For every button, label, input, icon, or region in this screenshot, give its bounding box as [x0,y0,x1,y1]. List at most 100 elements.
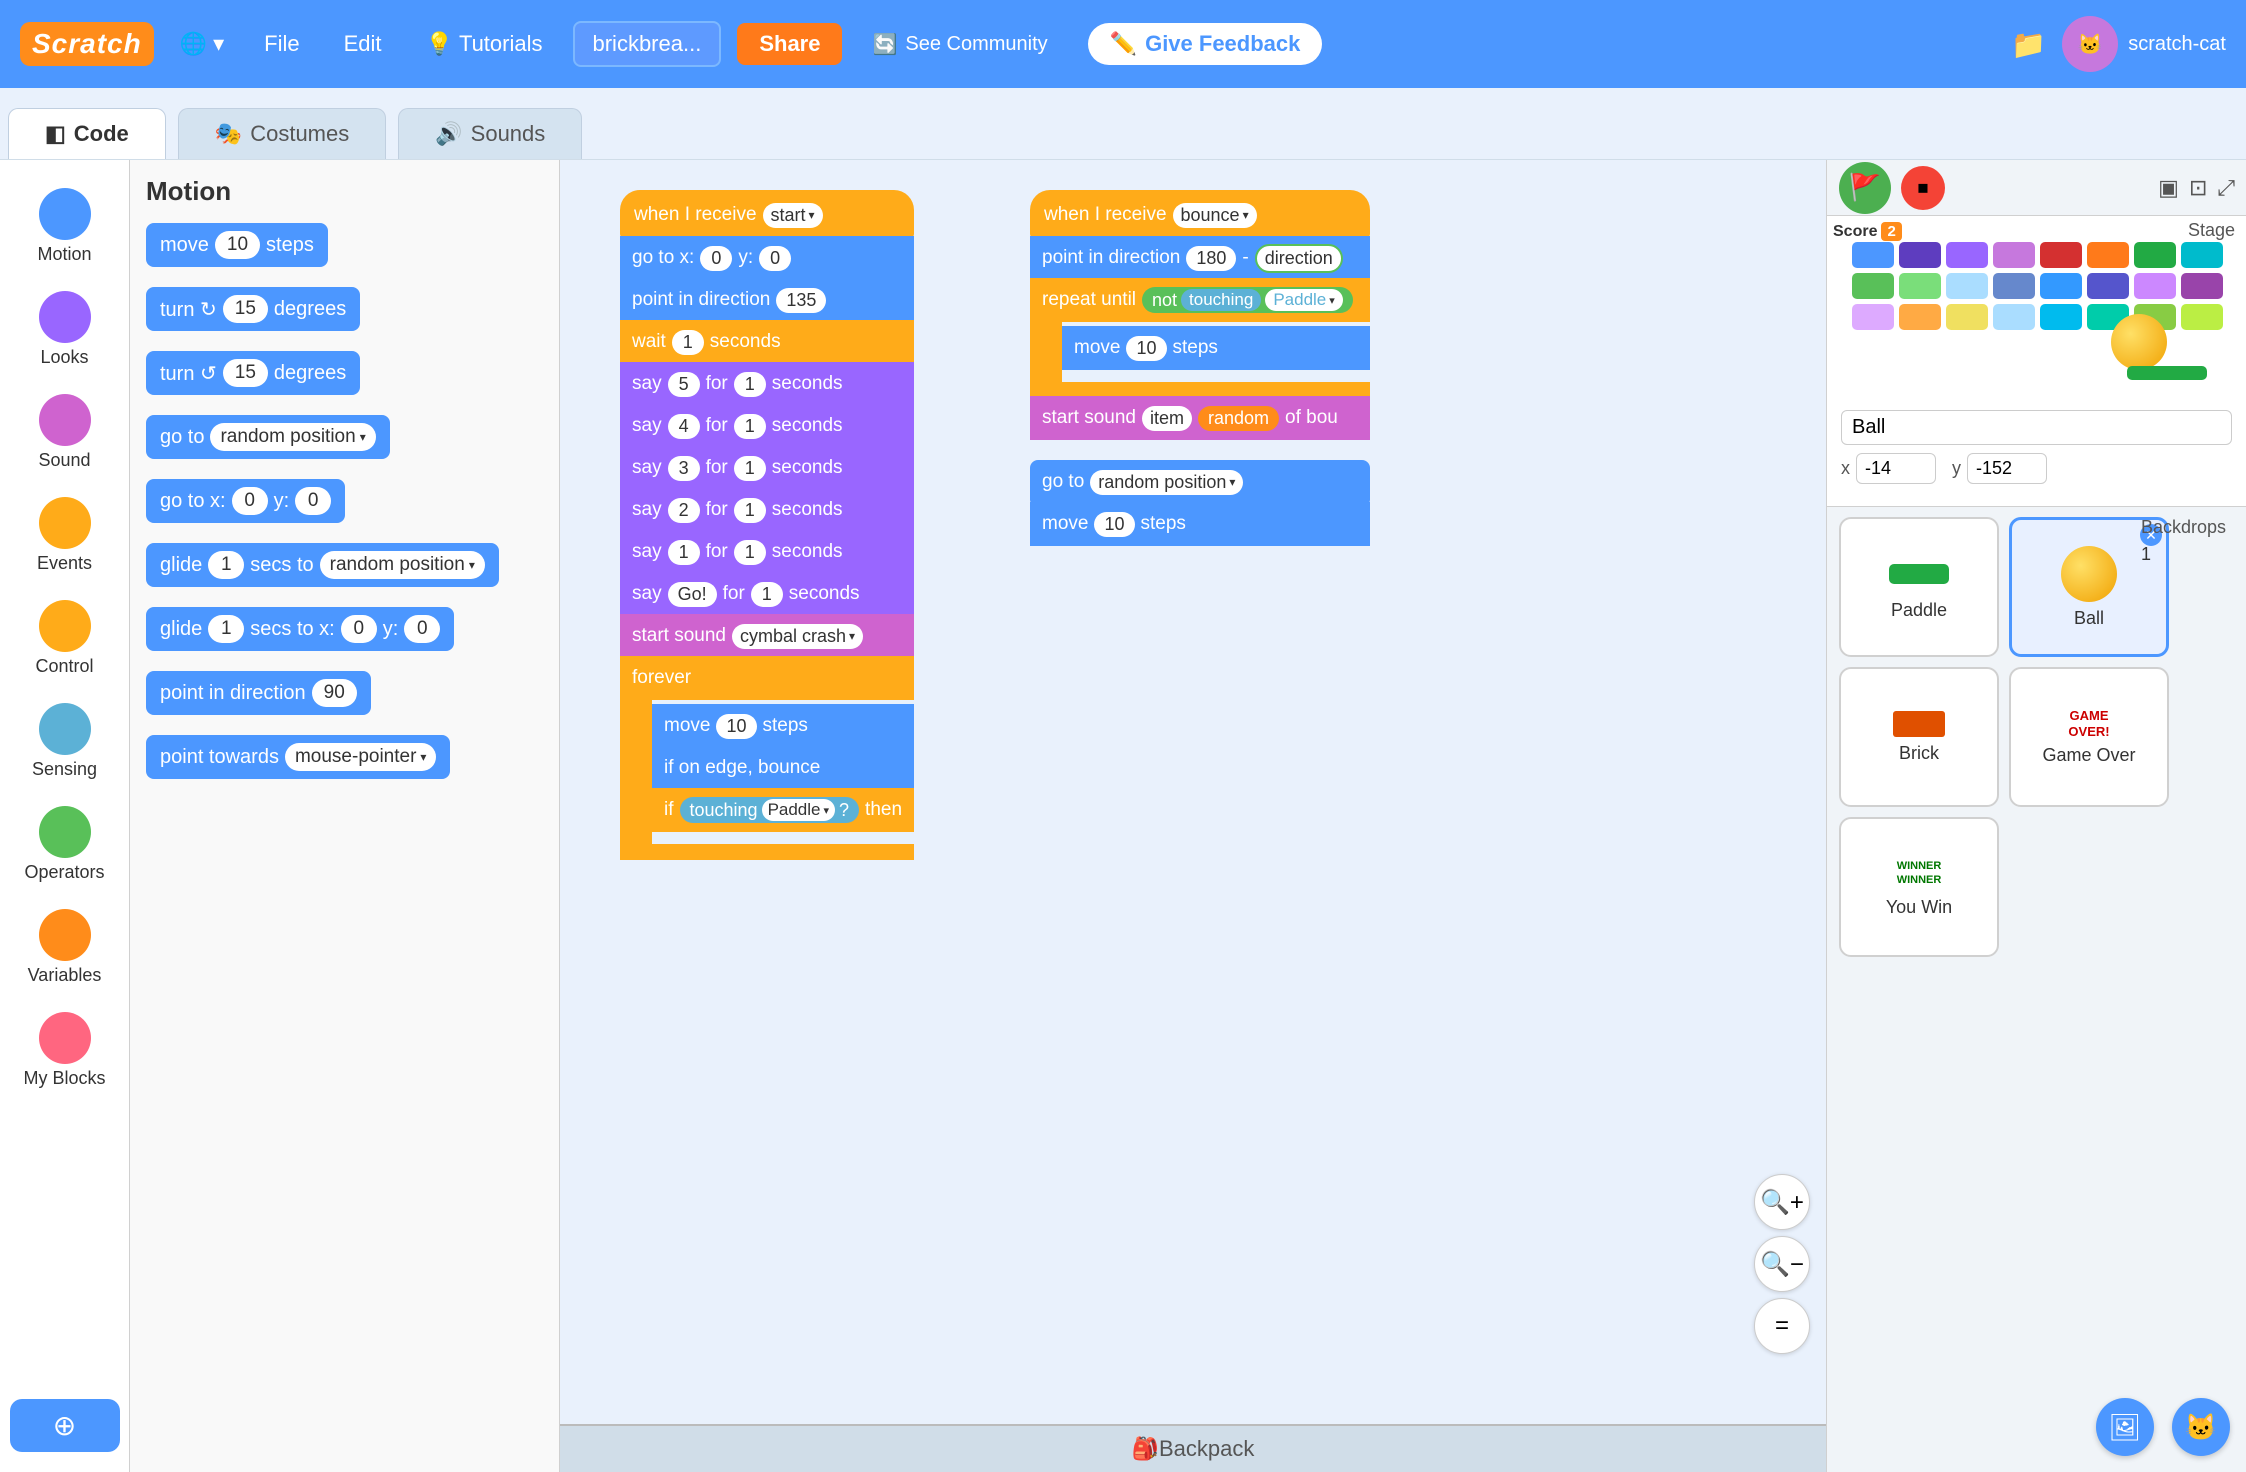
tab-sounds[interactable]: 🔊 Sounds [398,108,582,159]
sidebar-item-myblocks[interactable]: My Blocks [10,1004,120,1097]
share-button[interactable]: Share [737,23,842,65]
block-forever[interactable]: forever move 10 steps if on edge, bounce [620,656,914,860]
block-say-1[interactable]: say 1 for 1 seconds [620,530,914,574]
zoom-fit-button[interactable]: = [1754,1298,1810,1354]
backpack-bar[interactable]: 🎒 Backpack [560,1424,1826,1472]
sidebar-item-control[interactable]: Control [10,592,120,685]
sidebar-label-myblocks: My Blocks [23,1068,105,1089]
file-menu[interactable]: File [250,25,313,63]
block-if-touching[interactable]: if touching Paddle ▾ ? then [652,788,914,832]
block-wait-1[interactable]: wait 1 seconds [620,320,914,364]
paddle-thumb [1889,564,1949,584]
sprite-card-gameover[interactable]: GAMEOVER! Game Over [2009,667,2169,807]
sidebar-label-control: Control [35,656,93,677]
hat-receive-bounce[interactable]: when I receive bounce ▾ [1030,190,1370,238]
tutorials-button[interactable]: 💡 Tutorials [412,25,557,63]
sidebar-label-operators: Operators [24,862,104,883]
block-edge-bounce[interactable]: if on edge, bounce [652,746,914,790]
color-swatch [1899,304,1941,330]
stage-label: Stage [2184,216,2239,245]
block-point-135[interactable]: point in direction 135 [620,278,914,322]
color-swatch [2087,273,2129,299]
paddle-name: Paddle [1891,600,1947,621]
block-move-forever[interactable]: move 10 steps [652,704,914,748]
block-goto-xy-s1[interactable]: go to x: 0 y: 0 [620,236,914,280]
zoom-in-button[interactable]: 🔍+ [1754,1174,1810,1230]
sidebar-item-motion[interactable]: Motion [10,180,120,273]
hat-receive-start[interactable]: when I receive start ▾ [620,190,914,238]
block-glide-random[interactable]: glide 1 secs to random position ▾ [146,543,499,587]
tab-costumes[interactable]: 🎭 Costumes [178,108,386,159]
add-sprite-button[interactable]: 🐱 [2172,1398,2230,1456]
block-point-direction-bounce[interactable]: point in direction 180 - direction [1030,236,1370,280]
sprite-grid: Paddle ✕ Ball Brick GAMEOVER! Game Over [1839,517,2234,957]
sprite-card-youwin[interactable]: WINNERWINNER You Win [1839,817,1999,957]
canvas-area: when I receive start ▾ go to x: 0 y: 0 p… [560,160,1826,1472]
sidebar-item-events[interactable]: Events [10,489,120,582]
block-glide-xy[interactable]: glide 1 secs to x: 0 y: 0 [146,607,454,651]
block-point-direction[interactable]: point in direction 90 [146,671,371,715]
block-say-5[interactable]: say 5 for 1 seconds [620,362,914,406]
green-flag-button[interactable]: 🚩 [1839,162,1891,214]
block-sound-random[interactable]: start sound item random of bou [1030,396,1370,440]
sprite-card-brick[interactable]: Brick [1839,667,1999,807]
block-say-2[interactable]: say 2 for 1 seconds [620,488,914,532]
blocks-panel-title: Motion [146,176,543,207]
edit-menu[interactable]: Edit [330,25,396,63]
folder-icon[interactable]: 📁 [2011,28,2046,61]
zoom-controls: 🔍+ 🔍− = [1754,1174,1810,1354]
zoom-out-button[interactable]: 🔍− [1754,1236,1810,1292]
community-button[interactable]: 🔄 See Community [858,26,1061,63]
x-coord-input[interactable] [1856,453,1936,484]
sprite-grid-area: Paddle ✕ Ball Brick GAMEOVER! Game Over [1827,507,2246,1472]
add-backdrop-button[interactable]: 🖼 [2096,1398,2154,1456]
block-sound-cymbal[interactable]: start sound cymbal crash ▾ [620,614,914,658]
stop-button[interactable]: ⏹ [1901,166,1945,210]
block-say-go[interactable]: say Go! for 1 seconds [620,572,914,616]
sprite-card-paddle[interactable]: Paddle [1839,517,1999,657]
block-goto-xy[interactable]: go to x: 0 y: 0 [146,479,345,523]
block-say-3[interactable]: say 3 for 1 seconds [620,446,914,490]
user-area[interactable]: 🐱 scratch-cat [2062,16,2226,72]
sidebar-item-variables[interactable]: Variables [10,901,120,994]
color-swatch [2040,304,2082,330]
small-stage-button[interactable]: ▣ [2158,175,2179,201]
backpack-label: Backpack [1159,1436,1254,1462]
block-move-repeat[interactable]: move 10 steps [1062,326,1370,370]
block-goto-random-bounce[interactable]: go to random position ▾ [1030,460,1370,504]
color-swatch [1852,273,1894,299]
zoom-fit-icon: = [1775,1312,1789,1340]
block-repeat-until[interactable]: repeat until not touching Paddle ▾ move … [1030,278,1370,398]
youwin-name: You Win [1886,897,1952,918]
block-say-4[interactable]: say 4 for 1 seconds [620,404,914,448]
canvas-scroll[interactable]: when I receive start ▾ go to x: 0 y: 0 p… [560,160,1826,1424]
color-swatch [2040,273,2082,299]
sprite-coords: x y [1841,453,2232,484]
block-move-bounce-end[interactable]: move 10 steps [1030,502,1370,546]
project-name-button[interactable]: brickbrea... [573,21,722,67]
sidebar-item-sound[interactable]: Sound [10,386,120,479]
control-dot [39,600,91,652]
gameover-thumb: GAMEOVER! [2068,708,2109,739]
sprite-name-input[interactable] [1841,410,2232,445]
large-stage-button[interactable]: ⊡ [2189,175,2207,201]
block-point-towards[interactable]: point towards mouse-pointer ▾ [146,735,450,779]
globe-button[interactable]: 🌐 ▾ [170,25,234,63]
scratch-logo[interactable]: Scratch [20,22,154,66]
events-dot [39,497,91,549]
globe-arrow: ▾ [213,31,224,57]
sound-dot [39,394,91,446]
sidebar-item-looks[interactable]: Looks [10,283,120,376]
fullscreen-button[interactable]: ⤢ [2217,175,2235,201]
block-goto-random[interactable]: go to random position ▾ [146,415,390,459]
add-extension-button[interactable]: ⊕ [10,1399,120,1452]
tab-code[interactable]: ◧ Code [8,108,166,159]
sidebar-item-operators[interactable]: Operators [10,798,120,891]
sidebar-label-motion: Motion [37,244,91,265]
block-turn-ccw[interactable]: turn ↺ 15 degrees [146,351,360,395]
block-move[interactable]: move 10 steps [146,223,328,267]
sidebar-item-sensing[interactable]: Sensing [10,695,120,788]
block-turn-cw[interactable]: turn ↻ 15 degrees [146,287,360,331]
y-coord-input[interactable] [1967,453,2047,484]
feedback-button[interactable]: ✏️ Give Feedback [1088,23,1323,65]
